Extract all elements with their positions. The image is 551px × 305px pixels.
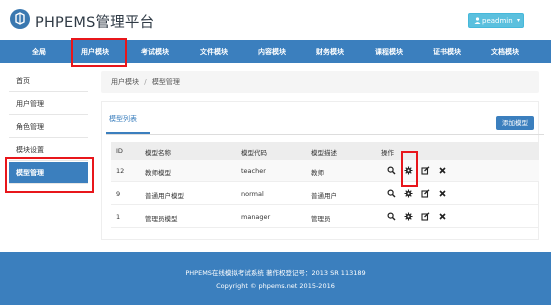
header-id: ID — [116, 147, 123, 155]
footer-copyright: Copyright © phpems.net 2015-2016 — [216, 282, 335, 290]
footer: PHPEMS在线模拟考试系统 著作权登记号：2013 SR 113189 Cop… — [0, 252, 551, 305]
chevron-down-icon: ▾ — [517, 17, 521, 24]
edit-icon[interactable] — [421, 166, 430, 175]
nav-item-file[interactable]: 文件模块 — [200, 47, 228, 57]
nav-item-finance[interactable]: 财务模块 — [316, 47, 344, 57]
cell-code: normal — [241, 190, 264, 198]
search-icon[interactable] — [387, 166, 396, 175]
breadcrumb-item-current: 模型管理 — [151, 78, 180, 86]
cell-desc: 教师 — [311, 169, 324, 177]
nav-item-content[interactable]: 内容模块 — [258, 47, 286, 57]
logo-icon — [10, 9, 30, 29]
search-icon[interactable] — [387, 212, 396, 221]
tab-model-list[interactable]: 模型列表 — [109, 114, 137, 124]
add-model-button[interactable]: 添加模型 — [496, 116, 534, 130]
table-row: 9 普通用户模型 normal 普通用户 — [111, 183, 539, 205]
tab-divider — [106, 134, 544, 135]
cell-code: teacher — [241, 167, 266, 175]
sidebar-item-roles[interactable]: 角色管理 — [9, 116, 88, 138]
nav-item-certificate[interactable]: 证书模块 — [433, 47, 461, 57]
cell-desc: 管理员 — [311, 215, 331, 223]
delete-icon[interactable] — [438, 189, 447, 198]
table-header: ID 模型名称 模型代码 模型描述 操作 — [111, 142, 539, 160]
header-code: 模型代码 — [241, 149, 267, 157]
breadcrumb-item-user-module[interactable]: 用户模块 — [111, 78, 139, 86]
user-icon — [474, 17, 481, 24]
footer-registration: PHPEMS在线模拟考试系统 著作权登记号：2013 SR 113189 — [185, 269, 366, 277]
cell-name: 普通用户模型 — [145, 192, 184, 200]
nav-highlight-box — [71, 38, 127, 67]
header-name: 模型名称 — [145, 149, 171, 157]
edit-icon[interactable] — [421, 212, 430, 221]
gear-icon[interactable] — [404, 212, 413, 221]
breadcrumb: 用户模块 / 模型管理 — [101, 71, 539, 93]
cell-id: 12 — [116, 167, 125, 175]
header-desc: 模型描述 — [311, 149, 337, 157]
delete-icon[interactable] — [438, 212, 447, 221]
user-name: peadmin — [482, 17, 513, 25]
cell-id: 1 — [116, 213, 121, 221]
nav-item-global[interactable]: 全局 — [32, 47, 46, 57]
cell-desc: 普通用户 — [311, 192, 337, 200]
cell-code: manager — [241, 213, 271, 221]
tab-active-indicator — [106, 132, 150, 134]
action-highlight-box — [401, 151, 418, 187]
nav-item-course[interactable]: 课程模块 — [375, 47, 403, 57]
cell-name: 管理员模型 — [145, 215, 178, 223]
nav-item-document[interactable]: 文档模块 — [491, 47, 519, 57]
sidebar-highlight-box — [5, 157, 94, 193]
sidebar-item-users[interactable]: 用户管理 — [9, 93, 88, 115]
nav-item-exam[interactable]: 考试模块 — [141, 47, 169, 57]
breadcrumb-separator: / — [144, 78, 147, 86]
table-row: 1 管理员模型 manager 管理员 — [111, 206, 539, 228]
cell-id: 9 — [116, 190, 121, 198]
brand-title: PHPEMS管理平台 — [35, 15, 155, 31]
user-menu-button[interactable]: peadmin ▾ — [468, 13, 524, 28]
sidebar-item-home[interactable]: 首页 — [9, 70, 88, 92]
header: PHPEMS管理平台 peadmin ▾ — [0, 0, 551, 40]
edit-icon[interactable] — [421, 189, 430, 198]
cell-name: 教师模型 — [145, 169, 171, 177]
table-row: 12 教师模型 teacher 教师 — [111, 160, 539, 182]
delete-icon[interactable] — [438, 166, 447, 175]
header-actions: 操作 — [381, 149, 394, 157]
gear-icon[interactable] — [404, 189, 413, 198]
search-icon[interactable] — [387, 189, 396, 198]
